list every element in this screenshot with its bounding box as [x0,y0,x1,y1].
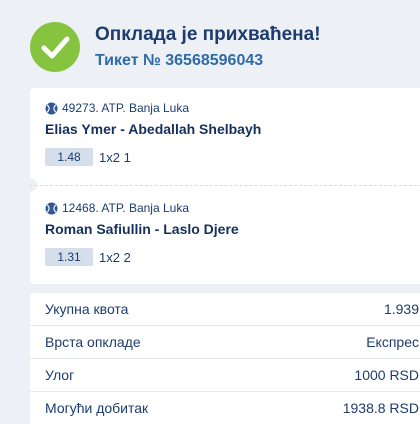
summary-value: 1938.8 RSD [342,400,419,416]
summary-row-bet-type: Врста опкладе Експрес [30,326,420,359]
checkmark-icon [30,22,80,72]
odd-badge: 1.48 [45,148,93,166]
event-match: Elias Ymer - Abedallah Shelbayh [45,121,262,137]
bet-pick: 1x2 2 [99,249,131,265]
ticket-number: Тикет № 36568596043 [95,52,264,69]
tennis-ball-icon [45,202,58,214]
bet-event[interactable]: 12468. ATP. Banja Luka Roman Safiullin -… [45,200,415,266]
tennis-ball-icon [45,102,58,114]
bet-pick: 1x2 1 [99,149,131,165]
bet-events-card: 49273. ATP. Banja Luka Elias Ymer - Abed… [23,88,420,284]
success-header: Опклада је прихваћена! Тикет № 365685960… [0,0,420,90]
summary-value: 1.939 [383,301,419,317]
success-title: Опклада је прихваћена! [95,24,321,45]
bet-summary: Укупна квота 1.939 Врста опкладе Експрес… [30,293,420,424]
summary-value: 1000 RSD [354,367,419,383]
summary-row-possible-win: Могући добитак 1938.8 RSD [30,392,420,424]
summary-label: Врста опкладе [45,334,141,350]
event-league: 49273. ATP. Banja Luka [62,101,189,115]
events-divider [30,185,420,186]
summary-label: Могући добитак [45,400,149,416]
summary-row-total-odds: Укупна квота 1.939 [30,293,420,326]
summary-label: Улог [45,367,75,383]
summary-value: Експрес [366,334,419,350]
odd-badge: 1.31 [45,248,93,266]
summary-label: Укупна квота [45,301,129,317]
summary-row-stake: Улог 1000 RSD [30,359,420,392]
event-league: 12468. ATP. Banja Luka [62,201,189,215]
event-match: Roman Safiullin - Laslo Djere [45,221,239,237]
bet-event[interactable]: 49273. ATP. Banja Luka Elias Ymer - Abed… [45,100,415,166]
